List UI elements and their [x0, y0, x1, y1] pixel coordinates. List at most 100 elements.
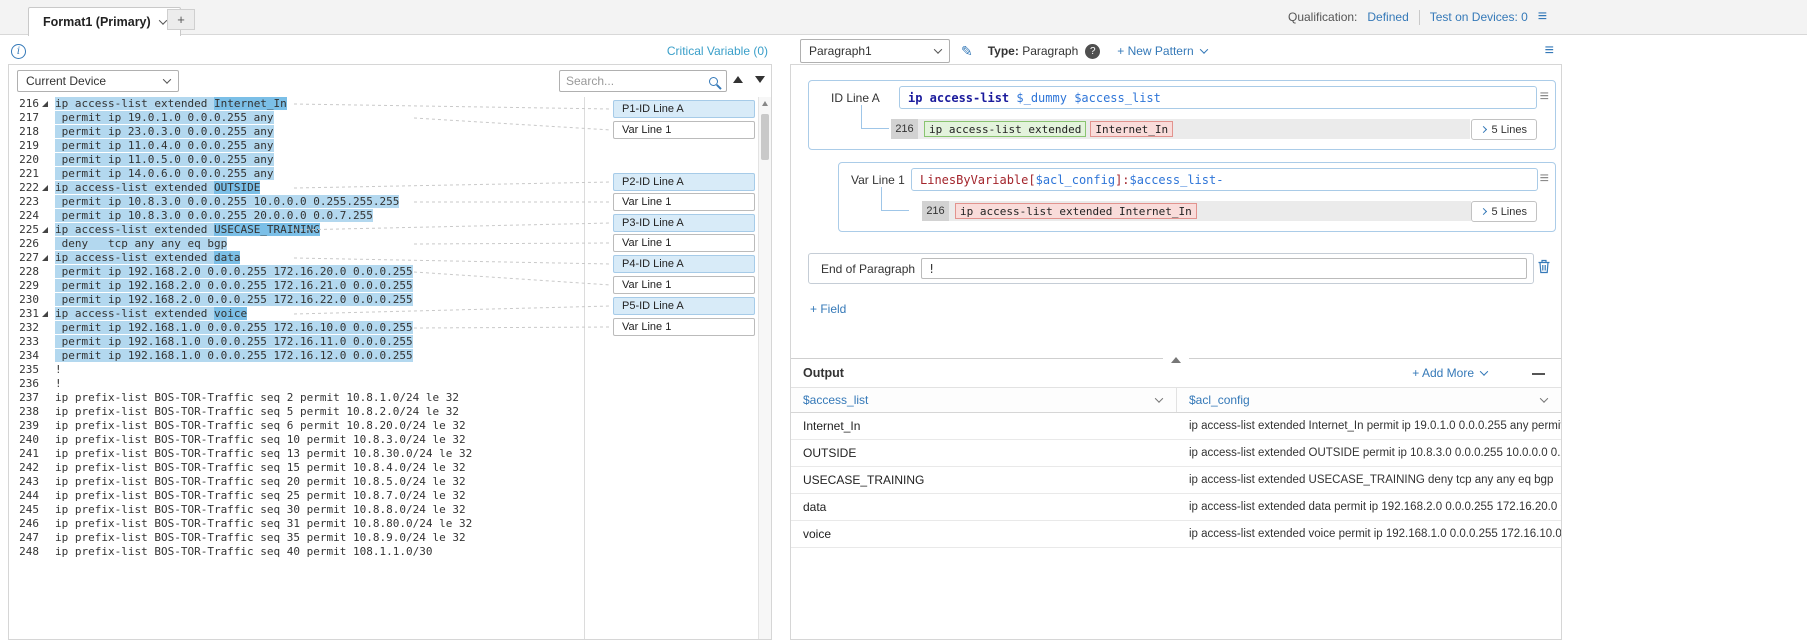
fold-toggle-icon[interactable]: [39, 223, 51, 237]
critical-variable-link[interactable]: Critical Variable (0): [667, 44, 768, 58]
pattern-var-line-badge[interactable]: Var Line 1: [613, 193, 755, 211]
help-icon[interactable]: ?: [1085, 44, 1100, 59]
fold-toggle-icon[interactable]: [39, 251, 51, 265]
code-line[interactable]: 219 permit ip 11.0.4.0 0.0.0.255 any: [9, 139, 771, 153]
code-line[interactable]: 246ip prefix-list BOS-TOR-Traffic seq 31…: [9, 517, 771, 531]
line-number: 228: [9, 265, 39, 279]
info-icon[interactable]: i: [11, 44, 26, 59]
fold-toggle-icon[interactable]: [39, 181, 51, 195]
output-cell-acl-config: ip access-list extended data permit ip 1…: [1177, 501, 1561, 513]
output-section: Output + Add More $access_list $acl_conf…: [791, 358, 1561, 639]
output-row[interactable]: Internet_Inip access-list extended Inter…: [791, 413, 1561, 440]
new-pattern-button[interactable]: + New Pattern: [1117, 44, 1206, 58]
scroll-up-icon[interactable]: [759, 97, 771, 110]
end-of-paragraph-field: End of Paragraph !: [808, 253, 1534, 284]
code-line[interactable]: 244ip prefix-list BOS-TOR-Traffic seq 25…: [9, 489, 771, 503]
pattern-id-line-badge[interactable]: P2-ID Line A: [613, 173, 755, 191]
pattern-dropdown[interactable]: Paragraph1: [800, 39, 950, 63]
chevron-right-icon: [1479, 208, 1486, 215]
fold-gutter: [39, 153, 51, 167]
add-tab-button[interactable]: +: [167, 9, 195, 30]
pattern-var-line-badge[interactable]: Var Line 1: [613, 276, 755, 294]
fold-toggle-icon[interactable]: [39, 97, 51, 111]
line-number: 247: [9, 531, 39, 545]
code-line[interactable]: 241ip prefix-list BOS-TOR-Traffic seq 13…: [9, 447, 771, 461]
code-editor[interactable]: 216ip access-list extended Internet_In21…: [9, 97, 771, 639]
code-line[interactable]: 245ip prefix-list BOS-TOR-Traffic seq 30…: [9, 503, 771, 517]
qualification-defined-link[interactable]: Defined: [1367, 10, 1408, 24]
output-column-acl-config[interactable]: $acl_config: [1177, 388, 1561, 412]
pattern-id-line-badge[interactable]: P1-ID Line A: [613, 100, 755, 118]
menu-icon[interactable]: ≡: [1540, 89, 1549, 105]
expand-lines-button[interactable]: 5 Lines: [1471, 119, 1537, 140]
code-text: permit ip 23.0.3.0 0.0.0.255 any: [51, 125, 274, 139]
edit-pencil-icon[interactable]: ✎: [961, 43, 973, 60]
line-number: 234: [9, 349, 39, 363]
fold-gutter: [39, 363, 51, 377]
code-line[interactable]: 238ip prefix-list BOS-TOR-Traffic seq 5 …: [9, 405, 771, 419]
code-text: permit ip 19.0.1.0 0.0.0.255 any: [51, 111, 274, 125]
output-row[interactable]: OUTSIDEip access-list extended OUTSIDE p…: [791, 440, 1561, 467]
pattern-var-line-badge[interactable]: Var Line 1: [613, 318, 755, 336]
code-line[interactable]: 247ip prefix-list BOS-TOR-Traffic seq 35…: [9, 531, 771, 545]
code-line[interactable]: 236!: [9, 377, 771, 391]
find-next-icon[interactable]: [753, 73, 767, 87]
output-row[interactable]: voiceip access-list extended voice permi…: [791, 521, 1561, 548]
line-number: 226: [9, 237, 39, 251]
fold-gutter: [39, 531, 51, 545]
code-line[interactable]: 240ip prefix-list BOS-TOR-Traffic seq 10…: [9, 433, 771, 447]
code-line[interactable]: 242ip prefix-list BOS-TOR-Traffic seq 15…: [9, 461, 771, 475]
add-more-button[interactable]: + Add More: [1412, 366, 1487, 380]
code-line[interactable]: 237ip prefix-list BOS-TOR-Traffic seq 2 …: [9, 391, 771, 405]
chevron-down-icon: [158, 16, 166, 24]
tab-format1-primary[interactable]: Format1 (Primary): [28, 7, 181, 36]
search-icon[interactable]: [709, 77, 718, 86]
code-line[interactable]: 234 permit ip 192.168.1.0 0.0.0.255 172.…: [9, 349, 771, 363]
add-field-link[interactable]: + Field: [810, 302, 846, 316]
code-line[interactable]: 243ip prefix-list BOS-TOR-Traffic seq 20…: [9, 475, 771, 489]
end-of-paragraph-input[interactable]: !: [921, 258, 1527, 279]
chevron-down-icon: [1540, 394, 1548, 402]
fold-toggle-icon[interactable]: [39, 307, 51, 321]
code-line[interactable]: 239ip prefix-list BOS-TOR-Traffic seq 6 …: [9, 419, 771, 433]
line-number: 239: [9, 419, 39, 433]
var-line-pattern-input[interactable]: LinesByVariable[$acl_config]:$access_lis…: [911, 168, 1538, 191]
pattern-id-line-badge[interactable]: P5-ID Line A: [613, 297, 755, 315]
code-line[interactable]: 235!: [9, 363, 771, 377]
sample-match-text: ip access-list extended Internet_In: [949, 201, 1471, 221]
id-line-pattern-input[interactable]: ip access-list $_dummy $access_list: [899, 86, 1537, 109]
output-row[interactable]: USECASE_TRAININGip access-list extended …: [791, 467, 1561, 494]
minimize-icon[interactable]: [1532, 373, 1545, 375]
lines-button-label: 5 Lines: [1492, 124, 1527, 136]
menu-icon[interactable]: ≡: [1545, 43, 1554, 59]
scrollbar[interactable]: [758, 97, 771, 639]
code-line[interactable]: 220 permit ip 11.0.5.0 0.0.0.255 any: [9, 153, 771, 167]
code-line[interactable]: 248ip prefix-list BOS-TOR-Traffic seq 40…: [9, 545, 771, 559]
code-text: !: [51, 363, 62, 377]
pattern-id-line-badge[interactable]: P4-ID Line A: [613, 255, 755, 273]
test-on-devices-link[interactable]: Test on Devices: 0: [1430, 10, 1528, 24]
line-number: 221: [9, 167, 39, 181]
output-column-access-list[interactable]: $access_list: [791, 388, 1177, 412]
scrollbar-thumb[interactable]: [761, 114, 769, 160]
line-number: 245: [9, 503, 39, 517]
code-text: ip prefix-list BOS-TOR-Traffic seq 40 pe…: [51, 545, 433, 559]
menu-icon[interactable]: ≡: [1540, 171, 1549, 187]
search-input[interactable]: [560, 74, 709, 88]
code-text: permit ip 10.8.3.0 0.0.0.255 10.0.0.0 0.…: [51, 195, 399, 209]
code-text: permit ip 192.168.1.0 0.0.0.255 172.16.1…: [51, 335, 413, 349]
line-number: 217: [9, 111, 39, 125]
pattern-id-line-badge[interactable]: P3-ID Line A: [613, 214, 755, 232]
trash-icon[interactable]: [1537, 259, 1551, 274]
var-line-pattern-card: Var Line 1 LinesByVariable[$acl_config]:…: [838, 162, 1556, 232]
output-row[interactable]: dataip access-list extended data permit …: [791, 494, 1561, 521]
code-line[interactable]: 233 permit ip 192.168.1.0 0.0.0.255 172.…: [9, 335, 771, 349]
code-text: permit ip 10.8.3.0 0.0.0.255 20.0.0.0 0.…: [51, 209, 373, 223]
find-previous-icon[interactable]: [731, 73, 745, 87]
pattern-var-line-badge[interactable]: Var Line 1: [613, 121, 755, 139]
menu-icon[interactable]: ≡: [1538, 9, 1547, 25]
line-number: 223: [9, 195, 39, 209]
expand-lines-button[interactable]: 5 Lines: [1471, 201, 1537, 222]
device-dropdown[interactable]: Current Device: [17, 70, 179, 92]
pattern-var-line-badge[interactable]: Var Line 1: [613, 234, 755, 252]
